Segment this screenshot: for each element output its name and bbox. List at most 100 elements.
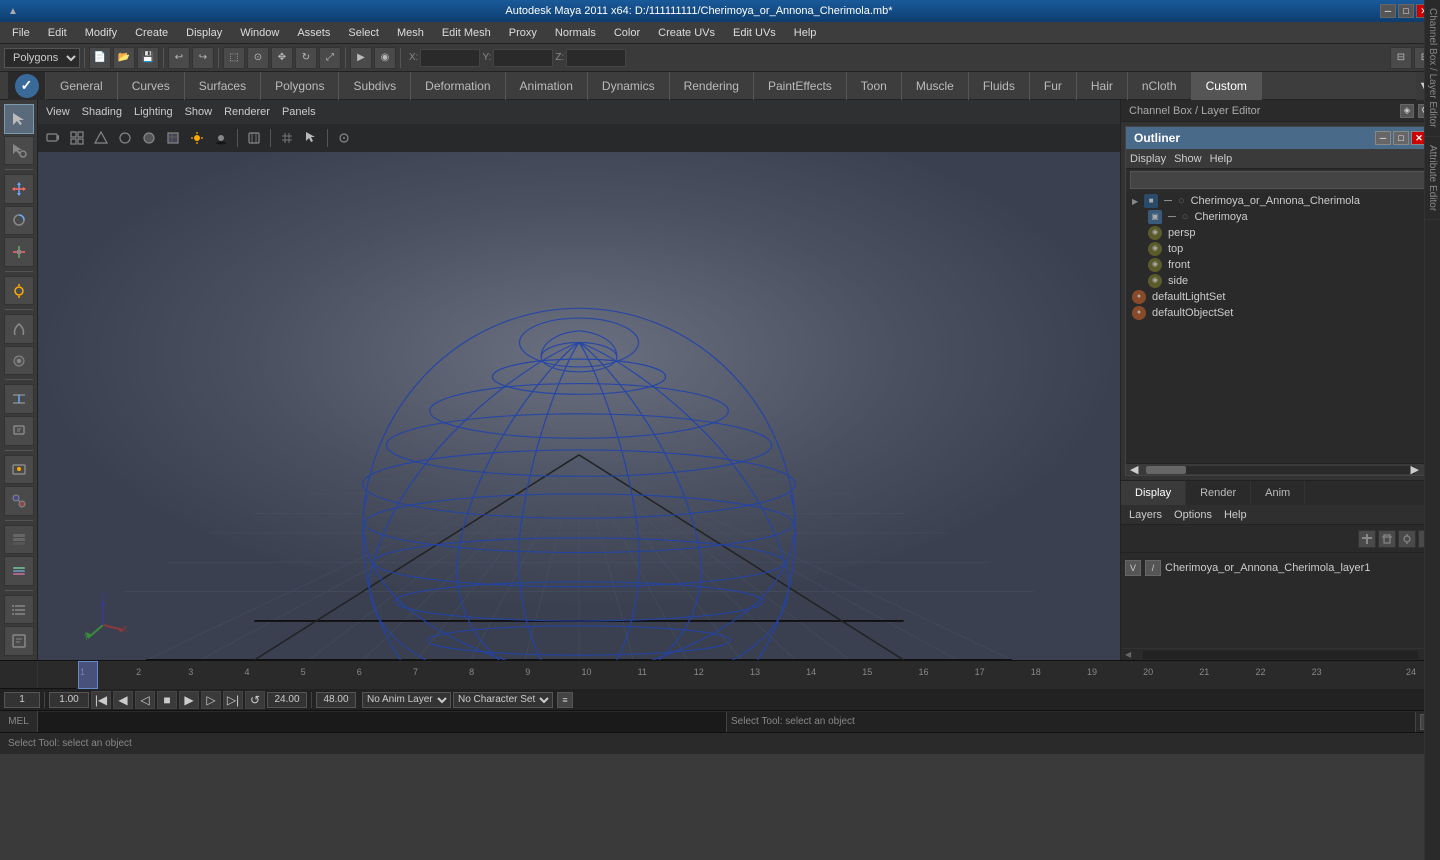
tab-toon[interactable]: Toon bbox=[847, 72, 902, 100]
shadows-icon[interactable] bbox=[210, 127, 232, 149]
tree-item-front[interactable]: ◉ front bbox=[1144, 257, 1433, 273]
prev-keyframe-button[interactable]: |◀ bbox=[91, 691, 111, 709]
menu-create-uvs[interactable]: Create UVs bbox=[650, 25, 723, 41]
render-button[interactable]: ▶ bbox=[350, 47, 372, 69]
layer-name[interactable]: Cherimoya_or_Annona_Cherimola_layer1 bbox=[1165, 562, 1436, 574]
outliner-search-input[interactable] bbox=[1130, 171, 1431, 189]
menu-select[interactable]: Select bbox=[340, 25, 387, 41]
viewport[interactable]: View Shading Lighting Show Renderer Pane… bbox=[38, 100, 1120, 660]
textured-icon[interactable] bbox=[162, 127, 184, 149]
script-editor-button[interactable] bbox=[4, 626, 34, 656]
play-fwd-button[interactable]: ▶ bbox=[179, 691, 199, 709]
menu-proxy[interactable]: Proxy bbox=[501, 25, 545, 41]
tab-muscle[interactable]: Muscle bbox=[902, 72, 969, 100]
outliner-scrollbar[interactable]: ◀ ▶ ▼ bbox=[1126, 463, 1435, 475]
tree-item-side[interactable]: ◉ side bbox=[1144, 273, 1433, 289]
save-scene-button[interactable]: 💾 bbox=[137, 47, 159, 69]
select-mode-icon[interactable] bbox=[300, 127, 322, 149]
move-tool-button[interactable]: ✥ bbox=[271, 47, 293, 69]
menu-window[interactable]: Window bbox=[232, 25, 287, 41]
undo-button[interactable]: ↩ bbox=[168, 47, 190, 69]
loop-button[interactable]: ↺ bbox=[245, 691, 265, 709]
next-keyframe-button[interactable]: ▷| bbox=[223, 691, 243, 709]
new-scene-button[interactable]: 📄 bbox=[89, 47, 111, 69]
cb-icon1[interactable]: ◈ bbox=[1400, 104, 1414, 118]
layer-editor-button[interactable] bbox=[4, 525, 34, 555]
redo-button[interactable]: ↪ bbox=[192, 47, 214, 69]
menu-create[interactable]: Create bbox=[127, 25, 176, 41]
shaded-icon[interactable] bbox=[138, 127, 160, 149]
menu-edit-mesh[interactable]: Edit Mesh bbox=[434, 25, 499, 41]
select-tool-button[interactable]: ⬚ bbox=[223, 47, 245, 69]
outliner-help-menu[interactable]: Help bbox=[1210, 153, 1233, 165]
shading-menu[interactable]: Shading bbox=[82, 106, 122, 118]
tree-item-cherimoya[interactable]: ▣ ─ ○ Cherimoya bbox=[1144, 209, 1433, 225]
outliner-display-menu[interactable]: Display bbox=[1130, 153, 1166, 165]
tab-animation[interactable]: Animation bbox=[506, 72, 588, 100]
lighting-icon[interactable] bbox=[186, 127, 208, 149]
soft-modify-tool[interactable] bbox=[4, 314, 34, 344]
pb-options-button[interactable]: ≡ bbox=[557, 692, 573, 708]
annotation-tool[interactable] bbox=[4, 416, 34, 446]
tree-item-root[interactable]: ▶ ■ ─ ○ Cherimoya_or_Annona_Cherimola bbox=[1128, 193, 1433, 209]
hypershade-button[interactable] bbox=[4, 486, 34, 516]
tab-general[interactable]: General bbox=[46, 72, 118, 100]
anim-layer-selector[interactable]: No Anim Layer bbox=[362, 692, 451, 708]
panels-menu[interactable]: Panels bbox=[282, 106, 316, 118]
scale-tool-button[interactable]: ⤢ bbox=[319, 47, 341, 69]
smooth-icon[interactable] bbox=[114, 127, 136, 149]
display-layer-button[interactable] bbox=[4, 556, 34, 586]
layout-button[interactable]: ⊟ bbox=[1390, 47, 1412, 69]
options-menu[interactable]: Options bbox=[1174, 509, 1212, 521]
menu-file[interactable]: File bbox=[4, 25, 38, 41]
tree-item-top[interactable]: ◉ top bbox=[1144, 241, 1433, 257]
tab-custom[interactable]: Custom bbox=[1192, 72, 1262, 100]
delete-layer-button[interactable] bbox=[1378, 530, 1396, 548]
lighting-menu[interactable]: Lighting bbox=[134, 106, 173, 118]
menu-display[interactable]: Display bbox=[178, 25, 230, 41]
camera-icon[interactable] bbox=[42, 127, 64, 149]
layer-options-button[interactable] bbox=[1398, 530, 1416, 548]
tab-polygons[interactable]: Polygons bbox=[261, 72, 339, 100]
layer-type[interactable]: / bbox=[1145, 560, 1161, 576]
help-menu[interactable]: Help bbox=[1224, 509, 1247, 521]
expand-icon[interactable]: ▶ bbox=[1132, 197, 1138, 206]
layers-menu[interactable]: Layers bbox=[1129, 509, 1162, 521]
outliner-show-menu[interactable]: Show bbox=[1174, 153, 1202, 165]
tab-fluids[interactable]: Fluids bbox=[969, 72, 1030, 100]
select-arrow-tool[interactable] bbox=[4, 104, 34, 134]
character-set-selector[interactable]: No Character Set bbox=[453, 692, 553, 708]
outliner-minimize[interactable]: ─ bbox=[1375, 131, 1391, 145]
tab-surfaces[interactable]: Surfaces bbox=[185, 72, 261, 100]
snap-icon[interactable] bbox=[333, 127, 355, 149]
cb-tab-anim[interactable]: Anim bbox=[1251, 481, 1305, 505]
outliner-maximize[interactable]: □ bbox=[1393, 131, 1409, 145]
new-layer-button[interactable] bbox=[1358, 530, 1376, 548]
move-tool-left[interactable] bbox=[4, 174, 34, 204]
scrollbar-thumb[interactable] bbox=[1146, 466, 1186, 474]
open-scene-button[interactable]: 📂 bbox=[113, 47, 135, 69]
view-menu[interactable]: View bbox=[46, 106, 70, 118]
tab-deformation[interactable]: Deformation bbox=[411, 72, 505, 100]
layer-visibility[interactable]: V bbox=[1125, 560, 1141, 576]
grid-icon[interactable] bbox=[276, 127, 298, 149]
cb-tab-display[interactable]: Display bbox=[1121, 481, 1186, 505]
view-icon[interactable] bbox=[66, 127, 88, 149]
total-frames-field[interactable] bbox=[316, 692, 356, 708]
tab-curves[interactable]: Curves bbox=[118, 72, 185, 100]
tab-rendering[interactable]: Rendering bbox=[670, 72, 754, 100]
range-end-field[interactable] bbox=[267, 692, 307, 708]
tab-hair[interactable]: Hair bbox=[1077, 72, 1128, 100]
rotate-tool-button[interactable]: ↻ bbox=[295, 47, 317, 69]
menu-mesh[interactable]: Mesh bbox=[389, 25, 432, 41]
prev-frame-button[interactable]: ◀ bbox=[113, 691, 133, 709]
scroll-right-btn[interactable]: ▶ bbox=[1411, 463, 1419, 476]
show-menu[interactable]: Show bbox=[185, 106, 213, 118]
menu-edit[interactable]: Edit bbox=[40, 25, 75, 41]
cb-scroll-left[interactable]: ◀ bbox=[1125, 650, 1131, 659]
tree-item-lightset[interactable]: ● defaultLightSet bbox=[1128, 289, 1433, 305]
attribute-editor-tab[interactable]: Attribute Editor bbox=[1425, 137, 1440, 220]
isolate-icon[interactable] bbox=[243, 127, 265, 149]
tab-dynamics[interactable]: Dynamics bbox=[588, 72, 670, 100]
range-start-field[interactable] bbox=[49, 692, 89, 708]
